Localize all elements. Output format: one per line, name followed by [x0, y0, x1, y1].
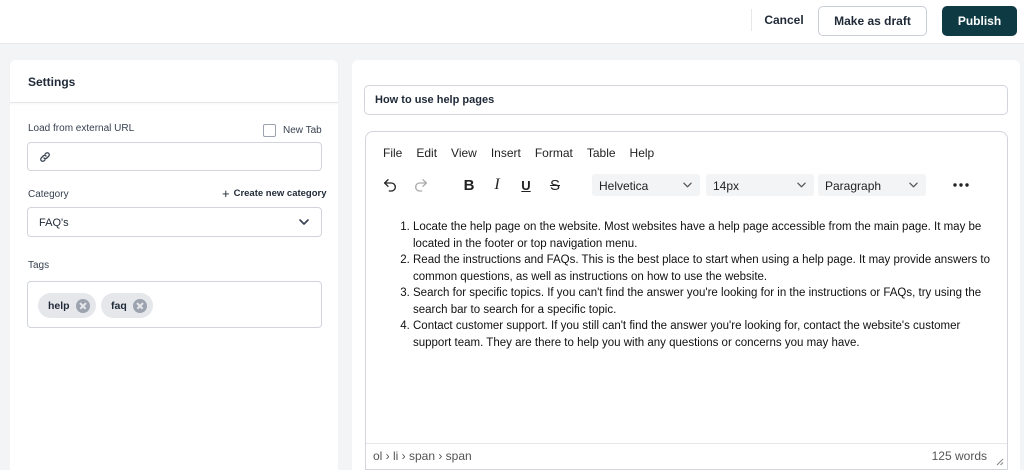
category-value: FAQ's: [39, 217, 69, 229]
redo-button[interactable]: [412, 176, 430, 194]
new-tab-checkbox[interactable]: New Tab: [263, 123, 322, 137]
underline-icon: U: [521, 177, 531, 193]
tag-label: faq: [111, 299, 127, 312]
list-item: Locate the help page on the website. Mos…: [413, 219, 995, 252]
more-button[interactable]: [952, 176, 970, 194]
remove-tag-icon[interactable]: [132, 298, 147, 313]
create-new-category-link[interactable]: + Create new category: [222, 185, 327, 201]
chevron-down-icon: [683, 182, 692, 188]
new-tab-label: New Tab: [283, 124, 322, 136]
tag-chip: faq: [101, 293, 153, 318]
remove-tag-icon[interactable]: [75, 298, 90, 313]
strikethrough-icon: S: [549, 176, 560, 194]
link-icon: [40, 152, 50, 162]
menu-tools[interactable]: Table: [587, 146, 616, 162]
font-size-value: 14px: [713, 179, 740, 193]
numbered-list: Locate the help page on the website. Mos…: [395, 219, 995, 351]
editor-statusbar: ol › li › span › span 125 words: [366, 443, 1007, 470]
checkbox-icon[interactable]: [263, 123, 276, 137]
menu-format[interactable]: Format: [535, 146, 573, 162]
tag-chip: help: [38, 293, 96, 318]
plus-icon: +: [222, 185, 230, 201]
make-as-draft-button[interactable]: Make as draft: [818, 6, 927, 36]
redo-icon: [415, 179, 427, 192]
bold-button[interactable]: B: [460, 176, 478, 194]
menu-table[interactable]: Help: [630, 146, 655, 162]
chevron-down-icon: [909, 182, 918, 188]
settings-title: Settings: [28, 75, 76, 89]
font-size-select[interactable]: 14px: [706, 174, 814, 196]
external-url-input[interactable]: [27, 142, 322, 171]
chevron-down-icon: [299, 219, 309, 225]
block-format-value: Paragraph: [825, 179, 882, 193]
category-label: Category: [28, 189, 69, 200]
undo-button[interactable]: [381, 176, 399, 194]
list-item: Read the instructions and FAQs. This is …: [413, 252, 995, 285]
more-horizontal-icon: [953, 183, 969, 187]
editor-content[interactable]: Locate the help page on the website. Mos…: [395, 219, 995, 351]
italic-button[interactable]: I: [488, 176, 506, 194]
list-item: Contact customer support. If you still c…: [413, 318, 995, 351]
element-path[interactable]: ol › li › span › span: [373, 449, 472, 463]
list-item: Search for specific topics. If you can't…: [413, 285, 995, 318]
toolbar-divider: [751, 9, 752, 31]
font-family-select[interactable]: Helvetica: [592, 174, 700, 196]
underline-button[interactable]: U: [517, 176, 535, 194]
font-family-value: Helvetica: [599, 179, 649, 193]
editor-panel: File Edit View Insert Format Table Help …: [352, 60, 1020, 470]
undo-icon: [384, 179, 396, 192]
menu-view[interactable]: View: [451, 146, 477, 162]
menu-edit[interactable]: Edit: [416, 146, 437, 162]
tags-input[interactable]: help faq: [27, 281, 322, 328]
tags-label: Tags: [28, 260, 50, 271]
settings-header: Settings: [10, 60, 338, 103]
cancel-button[interactable]: Cancel: [760, 8, 808, 32]
menu-file[interactable]: File: [383, 146, 402, 162]
tag-label: help: [48, 299, 70, 312]
create-new-category-label: Create new category: [233, 188, 327, 199]
category-select[interactable]: FAQ's: [27, 207, 322, 237]
page-title-input[interactable]: [364, 85, 1008, 115]
bold-icon: B: [463, 176, 475, 194]
url-label: Load from external URL: [28, 123, 135, 134]
chevron-down-icon: [797, 182, 806, 188]
rich-text-editor: File Edit View Insert Format Table Help …: [365, 131, 1008, 470]
editor-menubar: File Edit View Insert Format Table Help: [383, 146, 682, 162]
settings-panel: Settings Load from external URL New Tab …: [10, 60, 338, 470]
italic-icon: I: [494, 176, 500, 193]
menu-insert[interactable]: Insert: [491, 146, 521, 162]
block-format-select[interactable]: Paragraph: [818, 174, 926, 196]
strikethrough-button[interactable]: S: [546, 176, 564, 194]
publish-button[interactable]: Publish: [942, 6, 1017, 36]
resize-handle-icon[interactable]: [994, 456, 1004, 466]
top-bar: Cancel Make as draft Publish: [0, 0, 1024, 44]
word-count[interactable]: 125 words: [932, 449, 987, 463]
